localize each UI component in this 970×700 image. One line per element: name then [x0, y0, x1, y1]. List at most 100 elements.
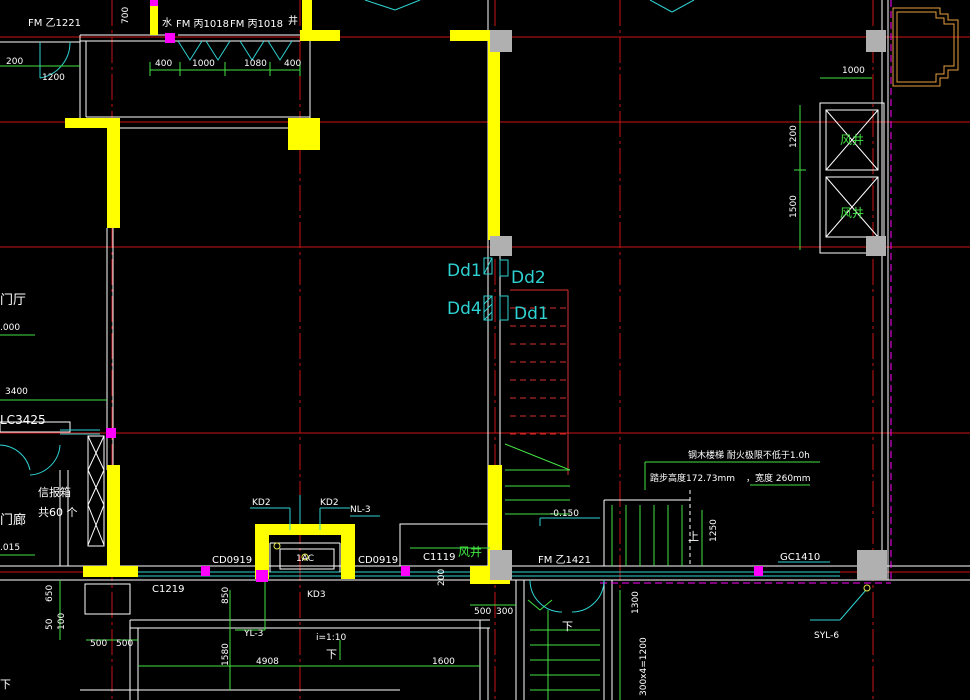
- wall-segment: [450, 30, 490, 41]
- stair-direction: 下: [562, 620, 573, 633]
- ramp-direction: 下: [326, 648, 337, 661]
- wall-segment: [288, 118, 320, 150]
- door-label: FM 乙1221: [28, 17, 81, 29]
- fixture-circle: [273, 542, 281, 550]
- dimension-text: 100: [57, 613, 67, 630]
- wall-segment: [107, 465, 120, 575]
- dimension-text: 850: [221, 587, 231, 604]
- boundary-dashed: [600, 0, 892, 584]
- dimension-text: 1580: [221, 643, 231, 666]
- dimension-text: 50: [45, 618, 55, 630]
- marker: [165, 33, 175, 43]
- columns: [490, 30, 887, 580]
- room-name: 门廊: [0, 512, 26, 528]
- dimension-text: 1250: [709, 519, 719, 542]
- window-label: CD0919: [212, 555, 252, 566]
- dimension-text: 4908: [256, 657, 279, 667]
- door-label: FM 乙1421: [538, 554, 591, 566]
- wall-segment: [107, 118, 120, 228]
- marker: [256, 570, 268, 582]
- dimension-text: 200: [437, 569, 447, 586]
- window-label: CD0919: [358, 555, 398, 566]
- dimension-text: 1200: [42, 73, 65, 83]
- duct-label: Dd4: [447, 299, 482, 319]
- wall-segment: [302, 0, 312, 36]
- dimension-lines: [0, 62, 872, 700]
- dimension-text: 500: [90, 639, 107, 649]
- dimension-text: 3400: [5, 387, 28, 397]
- fixture-label: 水: [162, 17, 172, 29]
- duct-label: Dd1: [514, 304, 549, 324]
- dimension-text: 200: [6, 57, 23, 67]
- stair-note: 踏步高度172.73mm: [650, 472, 735, 484]
- fixture-circle: [863, 584, 871, 592]
- dimension-text: 1500: [789, 195, 799, 218]
- marker: [754, 566, 763, 576]
- stair-note: 钢木楼梯 耐火极限不低于1.0h: [688, 449, 810, 461]
- stair-note: ，宽度 260mm: [746, 472, 811, 484]
- pipe-markers: [106, 0, 763, 582]
- wall-segment: [341, 524, 355, 579]
- stair-direction: 下: [0, 678, 11, 691]
- room-elevation: .000: [0, 323, 20, 333]
- mailbox-label: 信报箱: [38, 485, 71, 499]
- walls-solid: [65, 0, 510, 584]
- duct-label: Dd1: [447, 261, 482, 281]
- column: [490, 236, 512, 256]
- equipment-label: KD3: [307, 590, 326, 600]
- room-name: 门厅: [0, 293, 26, 308]
- dimension-text: 500: [116, 639, 133, 649]
- window-label: LC3425: [0, 413, 46, 427]
- dimension-text: 300x4=1200: [639, 637, 649, 696]
- marker: [106, 428, 116, 438]
- corner-ornament: [892, 7, 959, 87]
- room-elevation: .015: [0, 543, 20, 553]
- column: [857, 550, 887, 580]
- dimension-text: 1600: [432, 657, 455, 667]
- door-label: FM 丙1018: [176, 19, 229, 30]
- mailbox-count: 共60 个: [38, 506, 78, 519]
- column: [866, 30, 886, 52]
- dimension-text: 700: [121, 7, 131, 24]
- window-label: C1219: [152, 584, 184, 595]
- air-shaft-label: 风井: [840, 206, 864, 220]
- dimension-text: 1000: [192, 59, 215, 69]
- dimension-text: 300: [496, 607, 513, 617]
- wall-segment: [255, 524, 355, 535]
- slope-label: i=1:10: [316, 633, 347, 643]
- dimension-text: 1200: [789, 125, 799, 148]
- equipment-label: KD2: [252, 498, 271, 508]
- air-shaft-label: 风井: [458, 545, 482, 559]
- column: [866, 236, 886, 256]
- equipment-label: SYL-6: [814, 631, 839, 641]
- equipment-label: NL-3: [350, 505, 371, 515]
- equipment-label: 1AC: [296, 554, 314, 564]
- marker: [201, 566, 210, 576]
- wall-outlines: [0, 0, 970, 700]
- air-shaft-label: 风井: [840, 133, 864, 147]
- equipment-label: YL-3: [243, 629, 263, 639]
- dimension-text: 400: [284, 59, 301, 69]
- elevation-label: -0.150: [550, 509, 579, 519]
- dimension-text: 1080: [244, 59, 267, 69]
- wall-segment: [83, 566, 138, 577]
- axis-grid: [0, 0, 970, 700]
- window-label: GC1410: [780, 552, 820, 563]
- window-label: C1119: [423, 552, 455, 563]
- dimension-text: 400: [155, 59, 172, 69]
- stair-direction: 上: [688, 530, 699, 543]
- fixture-circles: [273, 542, 871, 592]
- floor-plan-drawing: FM 乙1221 水 FM 丙1018 FM 丙1018 井 700 200 1…: [0, 0, 970, 700]
- column: [490, 30, 512, 52]
- fixture-label: 井: [288, 14, 298, 27]
- marker: [150, 0, 158, 6]
- duct-label: Dd2: [511, 268, 546, 288]
- dimension-text: 1300: [631, 591, 641, 614]
- dimension-text: 1000: [842, 66, 865, 76]
- equipment-label: KD2: [320, 498, 339, 508]
- door-label: FM 丙1018: [230, 19, 283, 30]
- marker: [401, 566, 410, 576]
- dimension-text: 650: [45, 585, 55, 602]
- column: [490, 550, 512, 580]
- wall-segment: [488, 30, 500, 240]
